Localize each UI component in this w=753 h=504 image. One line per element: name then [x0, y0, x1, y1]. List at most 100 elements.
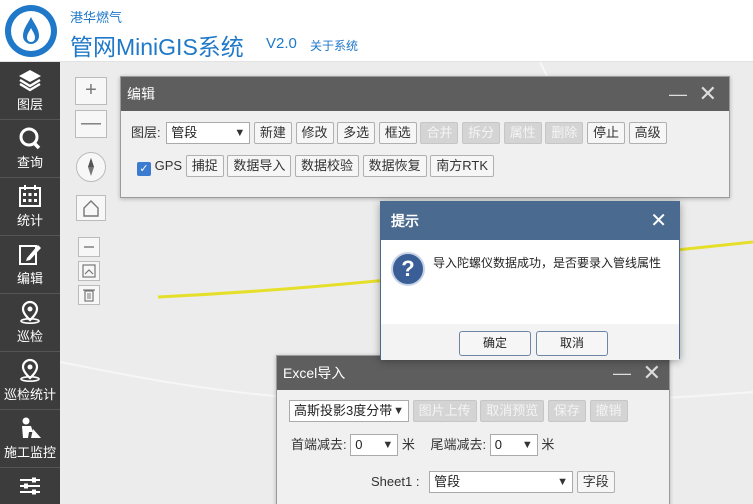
delete-feature-button[interactable]: 删除	[545, 122, 584, 144]
compass-icon	[88, 158, 94, 176]
question-icon: ?	[391, 252, 425, 286]
sidebar-item-patrol-stats[interactable]: 巡检统计	[0, 352, 60, 410]
measure-button[interactable]	[78, 261, 100, 281]
sidebar-item-search[interactable]: 查询	[0, 120, 60, 178]
chevron-down-icon: ▼	[234, 127, 246, 139]
draw-line-button[interactable]	[78, 237, 100, 257]
start-offset-value: 0	[355, 437, 363, 452]
unit-label: 米	[541, 437, 555, 452]
compass-button[interactable]	[76, 152, 106, 182]
excel-row-2: 首端减去: 0 ▼ 米 尾端减去: 0 ▼ 米	[291, 434, 554, 456]
modify-button[interactable]: 修改	[295, 122, 334, 144]
excel-panel-header: Excel导入 — ✕	[277, 356, 669, 390]
gps-checkbox[interactable]: ✓	[137, 162, 151, 176]
cancel-button[interactable]: 取消	[536, 331, 608, 356]
layers-icon	[19, 70, 41, 92]
edit-row-1: 图层: 管段 ▼ 新建 修改 多选 框选 合并 拆分 属性 删除 停止 高级	[131, 122, 667, 144]
measure-icon	[82, 264, 96, 278]
field-button[interactable]: 字段	[576, 471, 615, 493]
layer-select[interactable]: 管段 ▼	[166, 122, 251, 144]
home-button[interactable]	[76, 195, 106, 221]
sidebar-item-label: 编辑	[16, 271, 43, 286]
sidebar-item-patrol[interactable]: 巡检	[0, 294, 60, 352]
app-title: 管网MiniGIS系统	[70, 34, 244, 60]
close-icon[interactable]: ✕	[650, 202, 667, 240]
sidebar-item-label: 施工监控	[3, 445, 56, 460]
data-check-button[interactable]: 数据校验	[295, 155, 360, 177]
edit-panel: 编辑 — ✕ 图层: 管段 ▼ 新建 修改 多选 框选 合并 拆分 属性 删除 …	[120, 76, 730, 198]
undo-button[interactable]: 撤销	[589, 400, 628, 422]
dialog-body: ? 导入陀螺仪数据成功，是否要录入管线属性	[381, 240, 679, 324]
save-button[interactable]: 保存	[547, 400, 586, 422]
location-stats-icon	[20, 358, 40, 382]
end-offset-label: 尾端减去:	[430, 437, 487, 452]
gps-label: GPS	[154, 158, 183, 173]
sidebar-item-stats[interactable]: 统计	[0, 178, 60, 236]
flame-logo-icon	[5, 5, 57, 57]
end-offset-value: 0	[494, 437, 502, 452]
projection-select-value: 高斯投影3度分带	[294, 403, 393, 418]
data-restore-button[interactable]: 数据恢复	[362, 155, 427, 177]
close-icon[interactable]: ✕	[699, 77, 717, 111]
box-select-button[interactable]: 框选	[378, 122, 417, 144]
chevron-down-icon: ▼	[557, 476, 569, 488]
projection-select[interactable]: 高斯投影3度分带 ▼	[289, 400, 409, 422]
sliders-icon	[20, 477, 40, 495]
sidebar-item-label: 巡检统计	[3, 387, 56, 402]
new-button[interactable]: 新建	[253, 122, 292, 144]
zoom-in-button[interactable]: +	[75, 77, 107, 105]
sheet-select[interactable]: 管段 ▼	[429, 471, 574, 493]
chevron-down-icon: ▼	[382, 439, 394, 451]
layer-label: 图层:	[131, 125, 161, 140]
location-icon	[20, 300, 40, 324]
attribute-button[interactable]: 属性	[503, 122, 542, 144]
sidebar-item-layers[interactable]: 图层	[0, 62, 60, 120]
sidebar-item-settings[interactable]	[0, 468, 60, 504]
excel-row-1: 高斯投影3度分带 ▼ 图片上传 取消预览 保存 撤销	[289, 400, 628, 422]
zoom-out-button[interactable]: —	[75, 110, 107, 138]
search-icon	[19, 127, 41, 150]
dialog-footer: 确定 取消	[381, 324, 679, 360]
sidebar-item-construction[interactable]: 施工监控	[0, 410, 60, 468]
about-link[interactable]: 关于系统	[310, 37, 358, 54]
multi-select-button[interactable]: 多选	[337, 122, 376, 144]
home-icon	[83, 200, 99, 217]
stop-button[interactable]: 停止	[587, 122, 626, 144]
unit-label: 米	[401, 437, 415, 452]
data-import-button[interactable]: 数据导入	[227, 155, 292, 177]
excel-import-panel: Excel导入 — ✕ 高斯投影3度分带 ▼ 图片上传 取消预览 保存 撤销 首…	[276, 355, 670, 504]
sidebar-item-label: 巡检	[16, 329, 43, 344]
layer-select-value: 管段	[171, 125, 198, 140]
snap-button[interactable]: 捕捉	[185, 155, 224, 177]
close-icon[interactable]: ✕	[643, 356, 661, 390]
minimize-icon[interactable]: —	[669, 77, 687, 111]
edit-panel-header: 编辑 — ✕	[121, 77, 729, 111]
worker-icon	[22, 417, 41, 438]
app-header: 港华燃气 管网MiniGIS系统 V2.0 关于系统	[0, 0, 753, 62]
confirm-button[interactable]: 确定	[459, 331, 531, 356]
chevron-down-icon: ▼	[521, 439, 533, 451]
merge-button[interactable]: 合并	[420, 122, 459, 144]
minimize-icon[interactable]: —	[613, 356, 631, 390]
sidebar-item-label: 查询	[16, 155, 43, 170]
sidebar-item-label: 图层	[16, 97, 43, 112]
dialog-message: 导入陀螺仪数据成功，是否要录入管线属性	[433, 256, 662, 270]
line-icon	[84, 246, 94, 248]
end-offset-select[interactable]: 0 ▼	[489, 434, 538, 456]
sidebar-item-edit[interactable]: 编辑	[0, 236, 60, 294]
app-version: V2.0	[266, 35, 297, 52]
start-offset-select[interactable]: 0 ▼	[350, 434, 399, 456]
advanced-button[interactable]: 高级	[628, 122, 667, 144]
image-upload-button[interactable]: 图片上传	[412, 400, 477, 422]
sidebar-item-label: 统计	[16, 213, 43, 228]
split-button[interactable]: 拆分	[462, 122, 501, 144]
edit-panel-title: 编辑	[127, 86, 155, 102]
cancel-preview-button[interactable]: 取消预览	[480, 400, 545, 422]
south-rtk-button[interactable]: 南方RTK	[430, 155, 495, 177]
dialog-header: 提示 ✕	[381, 202, 679, 240]
chevron-down-icon: ▼	[393, 405, 404, 417]
prompt-dialog: 提示 ✕ ? 导入陀螺仪数据成功，是否要录入管线属性 确定 取消	[380, 201, 680, 360]
delete-button[interactable]	[78, 285, 100, 305]
edit-row-2: ✓ GPS 捕捉 数据导入 数据校验 数据恢复 南方RTK	[137, 155, 495, 177]
calendar-icon	[19, 185, 41, 207]
